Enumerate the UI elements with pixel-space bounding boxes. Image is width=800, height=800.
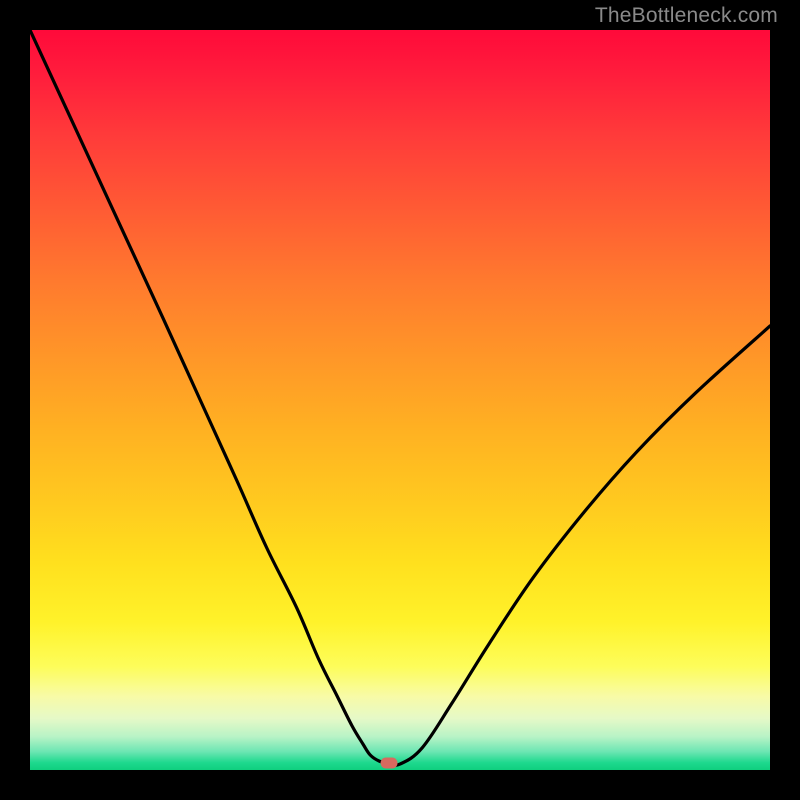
plot-area [30, 30, 770, 770]
chart-frame: TheBottleneck.com [0, 0, 800, 800]
bottleneck-curve [30, 30, 770, 770]
attribution-text: TheBottleneck.com [595, 4, 778, 28]
optimum-marker [380, 758, 397, 769]
